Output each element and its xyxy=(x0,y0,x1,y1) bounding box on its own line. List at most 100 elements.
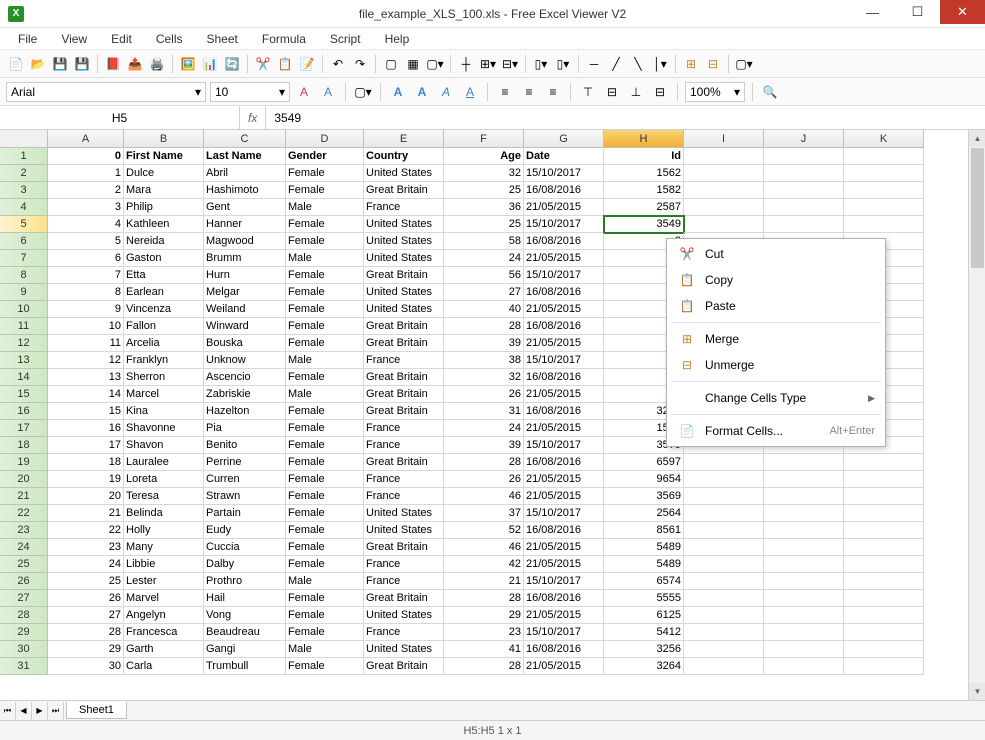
cell[interactable]: Trumbull xyxy=(204,658,286,675)
cell[interactable]: Age xyxy=(444,148,524,165)
cell[interactable]: Female xyxy=(286,165,364,182)
cell[interactable]: Female xyxy=(286,233,364,250)
cell[interactable]: United States xyxy=(364,165,444,182)
cell[interactable]: Holly xyxy=(124,522,204,539)
menu-file[interactable]: File xyxy=(8,30,47,48)
cell[interactable]: 16/08/2016 xyxy=(524,284,604,301)
cell[interactable]: 3549 xyxy=(604,216,684,233)
cell[interactable]: 21/05/2015 xyxy=(524,556,604,573)
cell[interactable]: Pia xyxy=(204,420,286,437)
col-header-B[interactable]: B xyxy=(124,130,204,148)
cell[interactable]: Cuccia xyxy=(204,539,286,556)
cell[interactable]: 37 xyxy=(444,505,524,522)
cell[interactable]: Female xyxy=(286,335,364,352)
cell[interactable] xyxy=(844,165,924,182)
menu-help[interactable]: Help xyxy=(375,30,420,48)
valign-mid-icon[interactable]: ⊟ xyxy=(602,82,622,102)
cell[interactable]: Male xyxy=(286,352,364,369)
col-header-F[interactable]: F xyxy=(444,130,524,148)
ctx-change-type[interactable]: Change Cells Type ▶ xyxy=(667,385,885,411)
cell[interactable]: Dalby xyxy=(204,556,286,573)
cell[interactable] xyxy=(844,471,924,488)
cell[interactable] xyxy=(844,199,924,216)
cell[interactable]: Perrine xyxy=(204,454,286,471)
row-header-28[interactable]: 28 xyxy=(0,607,48,624)
cell[interactable]: 39 xyxy=(444,335,524,352)
col-header-J[interactable]: J xyxy=(764,130,844,148)
save-as-icon[interactable]: 💾 xyxy=(72,54,92,74)
cell[interactable]: Belinda xyxy=(124,505,204,522)
cell[interactable]: 16/08/2016 xyxy=(524,369,604,386)
cell[interactable]: Hurn xyxy=(204,267,286,284)
formula-input[interactable]: 3549 xyxy=(266,111,985,125)
row-header-3[interactable]: 3 xyxy=(0,182,48,199)
cell[interactable]: France xyxy=(364,199,444,216)
cell[interactable] xyxy=(764,607,844,624)
col-header-C[interactable]: C xyxy=(204,130,286,148)
cell[interactable]: 15/10/2017 xyxy=(524,352,604,369)
cell[interactable]: Female xyxy=(286,522,364,539)
menu-formula[interactable]: Formula xyxy=(252,30,316,48)
cell[interactable]: 8561 xyxy=(604,522,684,539)
cell[interactable] xyxy=(764,658,844,675)
cell[interactable]: Female xyxy=(286,624,364,641)
new-icon[interactable]: 📄 xyxy=(6,54,26,74)
cell[interactable]: Melgar xyxy=(204,284,286,301)
ctx-merge[interactable]: ⊞ Merge xyxy=(667,326,885,352)
row-header-16[interactable]: 16 xyxy=(0,403,48,420)
cell[interactable]: 3264 xyxy=(604,658,684,675)
col-header-K[interactable]: K xyxy=(844,130,924,148)
minimize-button[interactable]: — xyxy=(850,0,895,24)
cell[interactable]: 15 xyxy=(48,403,124,420)
image-icon[interactable]: 🖼️ xyxy=(178,54,198,74)
cell[interactable] xyxy=(684,471,764,488)
cell[interactable] xyxy=(764,624,844,641)
cell[interactable]: 6574 xyxy=(604,573,684,590)
cell[interactable] xyxy=(844,454,924,471)
align-right-icon[interactable]: ≡ xyxy=(543,82,563,102)
cell[interactable]: 13 xyxy=(48,369,124,386)
cell[interactable]: 21/05/2015 xyxy=(524,420,604,437)
cell[interactable]: Hashimoto xyxy=(204,182,286,199)
cell[interactable]: 15/10/2017 xyxy=(524,624,604,641)
zoom-select[interactable]: 100%▾ xyxy=(685,82,745,102)
cell[interactable]: 41 xyxy=(444,641,524,658)
cell[interactable]: 6125 xyxy=(604,607,684,624)
cell[interactable]: United States xyxy=(364,641,444,658)
cell[interactable]: 14 xyxy=(48,386,124,403)
cell[interactable]: Male xyxy=(286,641,364,658)
cell[interactable]: 25 xyxy=(444,216,524,233)
cell[interactable]: 3 xyxy=(48,199,124,216)
border-right-icon[interactable]: ▯▾ xyxy=(553,54,573,74)
cell[interactable]: Female xyxy=(286,556,364,573)
cell[interactable]: Female xyxy=(286,505,364,522)
col-header-H[interactable]: H xyxy=(604,130,684,148)
save-icon[interactable]: 💾 xyxy=(50,54,70,74)
cell[interactable]: 16/08/2016 xyxy=(524,182,604,199)
cell[interactable] xyxy=(844,590,924,607)
cell[interactable] xyxy=(684,505,764,522)
cell[interactable]: 1 xyxy=(48,165,124,182)
print-icon[interactable]: 🖨️ xyxy=(147,54,167,74)
cell[interactable]: Female xyxy=(286,284,364,301)
fill-icon[interactable]: ▢▾ xyxy=(734,54,754,74)
cell[interactable]: 17 xyxy=(48,437,124,454)
cell[interactable]: Eudy xyxy=(204,522,286,539)
cell[interactable]: 7 xyxy=(48,267,124,284)
copy-icon[interactable]: 📋 xyxy=(275,54,295,74)
cell[interactable]: Libbie xyxy=(124,556,204,573)
cell[interactable]: 15/10/2017 xyxy=(524,216,604,233)
border-color-icon[interactable]: ▢▾ xyxy=(425,54,445,74)
cell[interactable]: Female xyxy=(286,658,364,675)
cell[interactable]: Male xyxy=(286,199,364,216)
row-header-6[interactable]: 6 xyxy=(0,233,48,250)
cell[interactable]: 20 xyxy=(48,488,124,505)
cell[interactable] xyxy=(684,522,764,539)
cell[interactable]: 2587 xyxy=(604,199,684,216)
cell[interactable]: 28 xyxy=(444,658,524,675)
cell[interactable]: Great Britain xyxy=(364,590,444,607)
cell[interactable]: 2564 xyxy=(604,505,684,522)
cell[interactable]: 16/08/2016 xyxy=(524,403,604,420)
cell[interactable]: Male xyxy=(286,573,364,590)
cell[interactable]: United States xyxy=(364,284,444,301)
